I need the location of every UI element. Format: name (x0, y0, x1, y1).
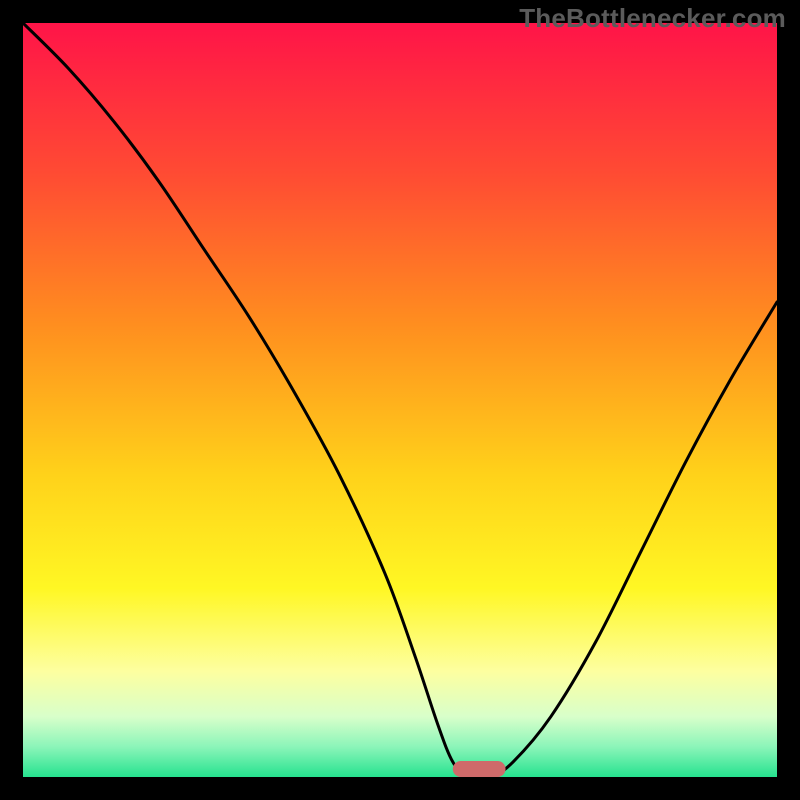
watermark-label: TheBottlenecker.com (519, 3, 786, 34)
bottleneck-chart (23, 23, 777, 777)
chart-frame: TheBottlenecker.com (0, 0, 800, 800)
plot-area (23, 23, 777, 777)
optimal-marker (453, 761, 506, 777)
gradient-background (23, 23, 777, 777)
